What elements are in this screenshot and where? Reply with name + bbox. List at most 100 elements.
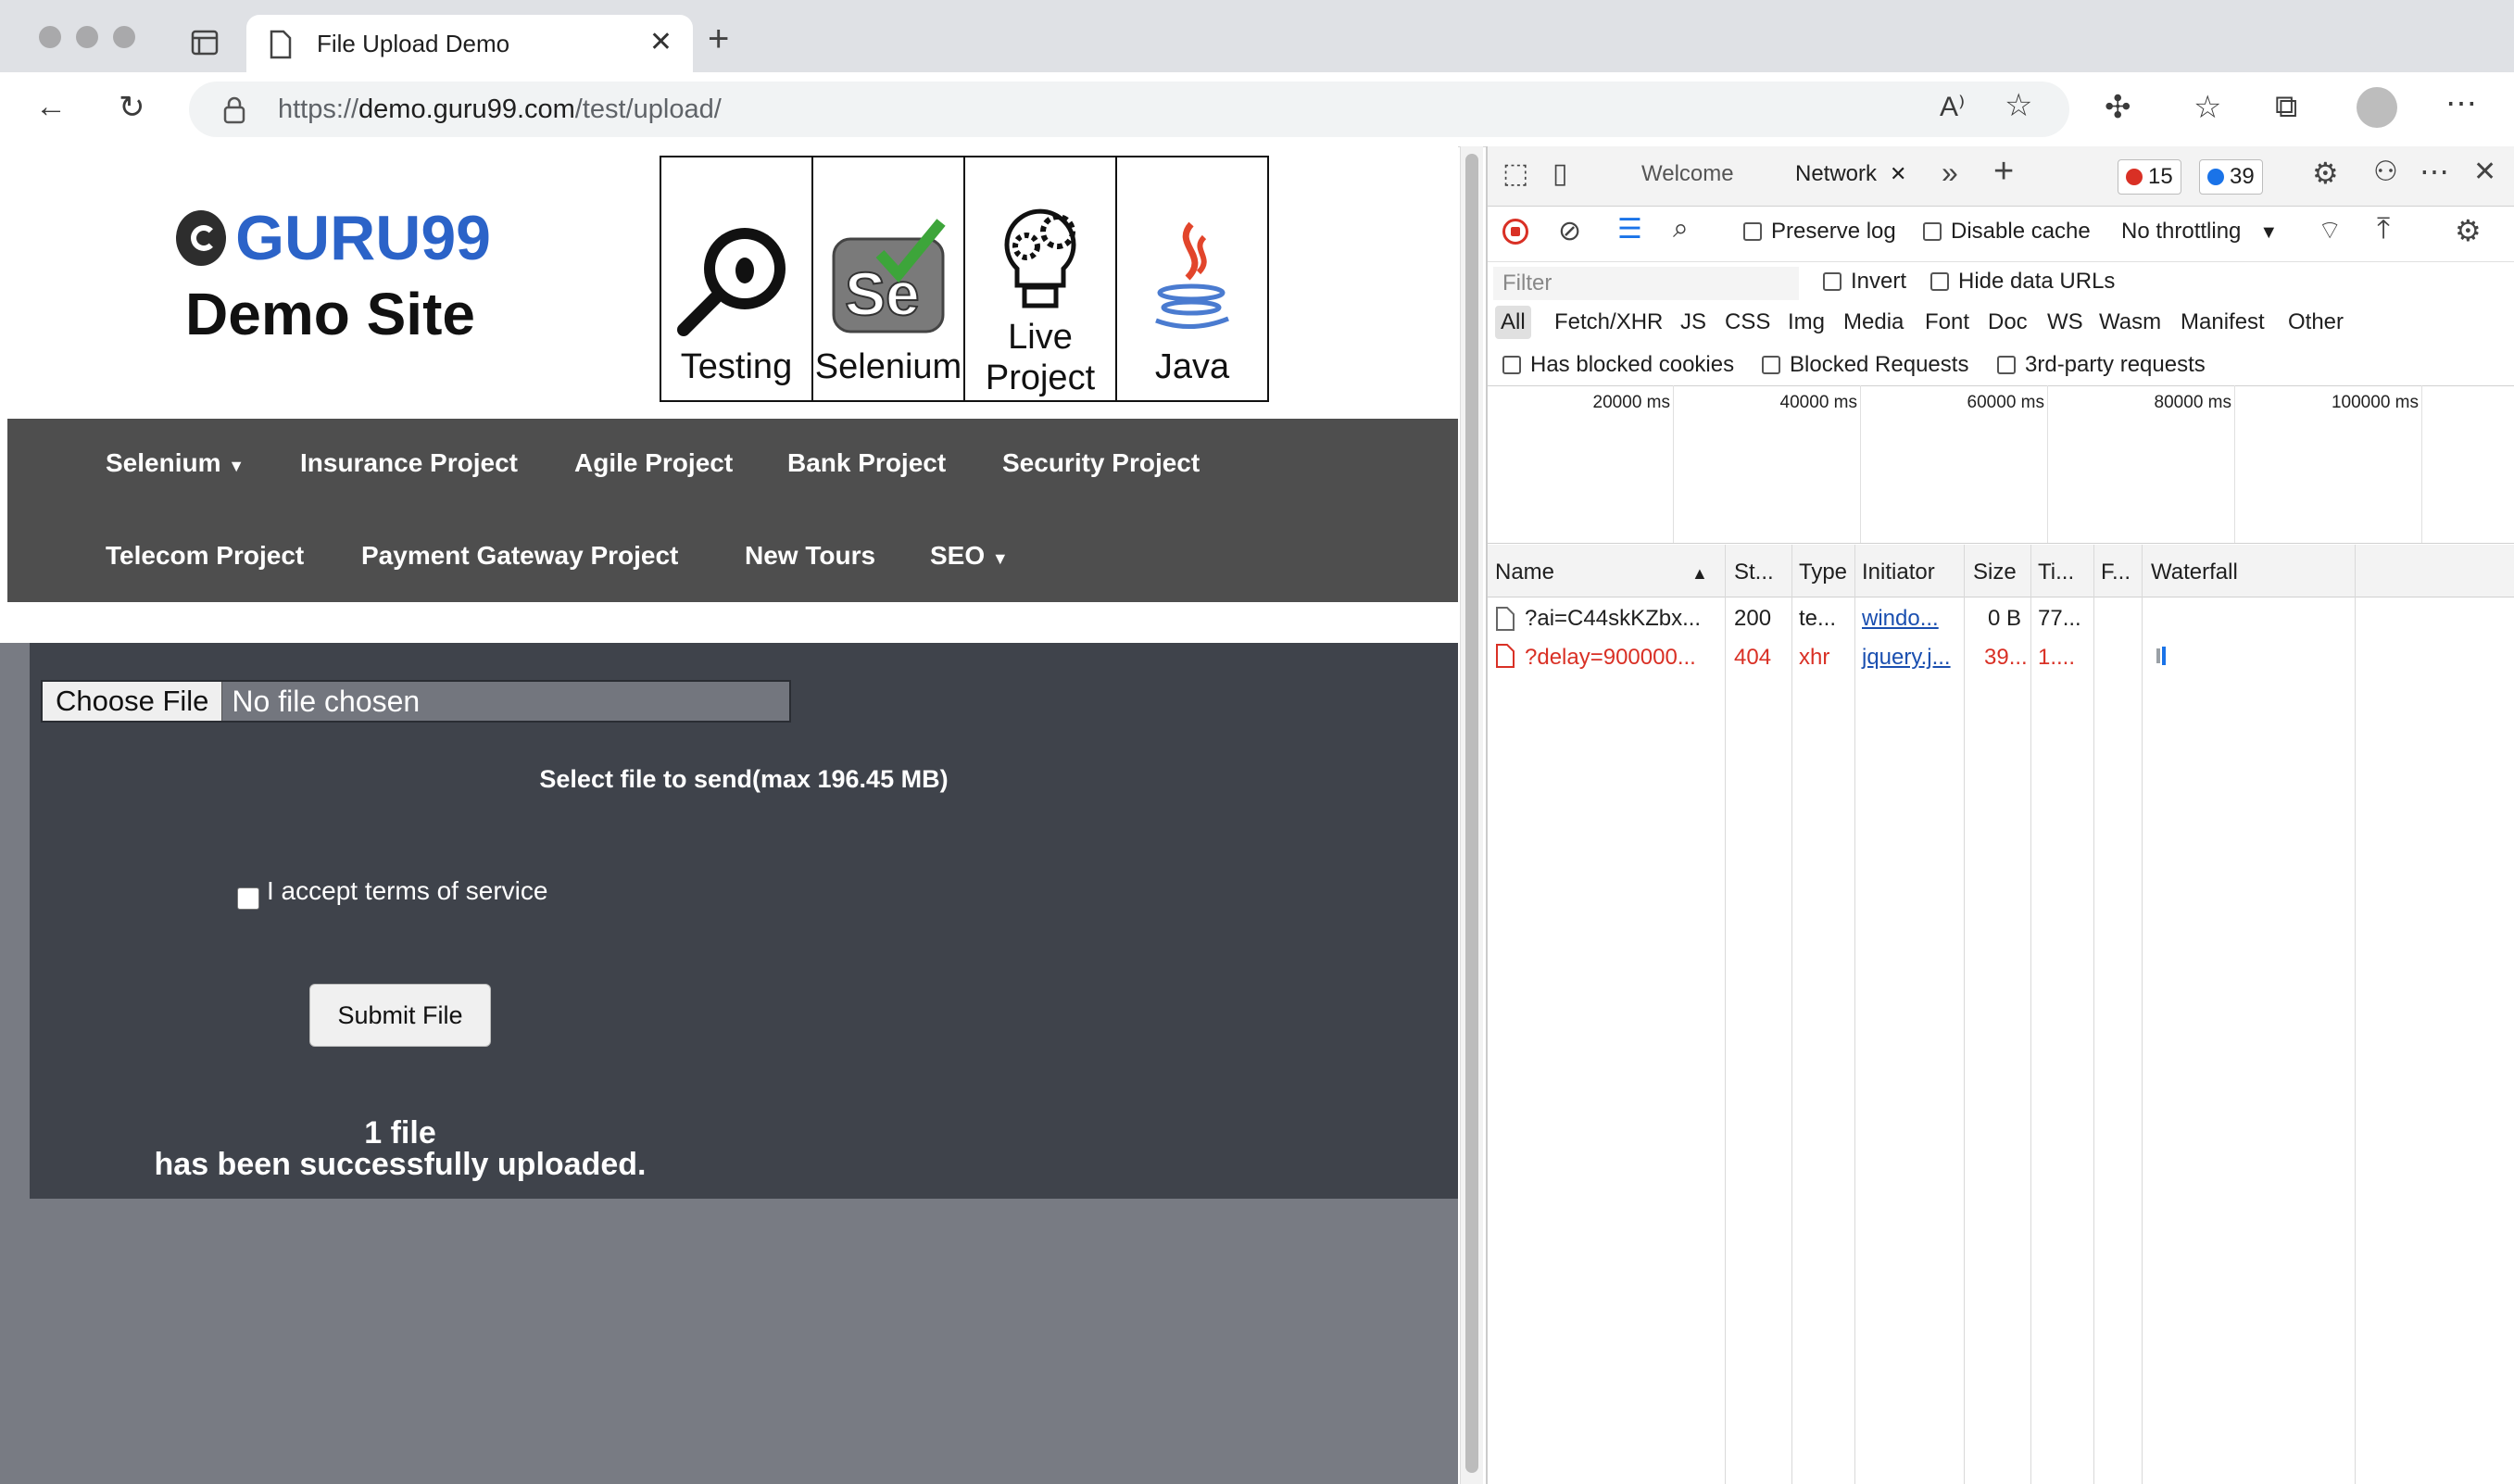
column-header-name[interactable]: Name ▲ (1495, 560, 1708, 585)
close-tab-icon[interactable]: ✕ (1890, 162, 1906, 185)
inspect-element-icon[interactable]: ⬚ (1502, 157, 1528, 190)
customize-icon[interactable]: ⚇ (2373, 156, 2398, 188)
filter-type-img[interactable]: Img (1788, 309, 1825, 335)
extensions-icon[interactable]: ✣ (2105, 89, 2131, 126)
filter-icon[interactable]: ☰ (1617, 213, 1642, 245)
blocked-requests-checkbox[interactable]: Blocked Requests (1762, 352, 1968, 378)
filter-type-fetch-xhr[interactable]: Fetch/XHR (1554, 309, 1663, 335)
filter-type-other[interactable]: Other (2288, 309, 2344, 335)
import-har-icon[interactable]: ⤒ (2377, 211, 2390, 246)
filter-input[interactable]: Filter (1493, 267, 1799, 300)
network-settings-icon[interactable]: ⚙ (2455, 213, 2482, 248)
search-icon[interactable]: ⌕ (1673, 213, 1689, 245)
banner-selenium[interactable]: Se Selenium (813, 157, 965, 400)
nav-new-tours[interactable]: New Tours (745, 541, 875, 571)
disable-cache-checkbox[interactable]: Disable cache (1923, 219, 2091, 245)
nav-selenium[interactable]: Selenium ▼ (106, 448, 245, 478)
nav-seo[interactable]: SEO ▼ (930, 541, 1009, 571)
filter-type-wasm[interactable]: Wasm (2099, 309, 2161, 335)
url-scheme: https:// (278, 94, 359, 124)
filter-type-doc[interactable]: Doc (1988, 309, 2028, 335)
lock-icon[interactable] (222, 96, 246, 124)
banner-java[interactable]: Java (1117, 157, 1267, 400)
request-row-error[interactable]: ?delay=900000... 404 xhr jquery.j... 39.… (1488, 639, 2514, 678)
column-header-status[interactable]: St... (1734, 560, 1774, 585)
site-logo[interactable]: GURU99 Demo Site (176, 202, 491, 348)
checkbox-box (1923, 222, 1942, 241)
terms-label[interactable]: I accept terms of service (267, 876, 547, 906)
terms-checkbox[interactable] (237, 887, 259, 910)
more-tabs-icon[interactable]: » (1942, 156, 1958, 190)
banner-live-project[interactable]: Live Project (965, 157, 1117, 400)
hide-data-urls-checkbox[interactable]: Hide data URLs (1930, 269, 2115, 295)
upload-result-count: 1 file (364, 1115, 436, 1151)
url-path: /test/upload/ (574, 94, 722, 124)
nav-security-project[interactable]: Security Project (1002, 448, 1200, 478)
request-initiator-link[interactable]: jquery.j... (1862, 645, 1951, 671)
new-tab-icon[interactable]: + (708, 19, 729, 60)
course-banner[interactable]: Testing Se Selenium Live Project Java (660, 156, 1269, 402)
message-count-badge[interactable]: 39 (2199, 159, 2263, 195)
throttling-select[interactable]: No throttling ▼ (2121, 219, 2278, 245)
network-overview-timeline[interactable]: 20000 ms 40000 ms 60000 ms 80000 ms 1000… (1488, 385, 2514, 544)
third-party-checkbox[interactable]: 3rd-party requests (1997, 352, 2206, 378)
close-devtools-icon[interactable]: ✕ (2473, 156, 2496, 188)
column-header-waterfall[interactable]: Waterfall (2151, 560, 2238, 585)
close-tab-icon[interactable]: ✕ (649, 26, 672, 58)
nav-agile-project[interactable]: Agile Project (574, 448, 733, 478)
banner-testing[interactable]: Testing (661, 157, 813, 400)
filter-type-all[interactable]: All (1495, 306, 1531, 339)
more-options-icon[interactable]: ⋯ (2445, 85, 2477, 122)
submit-file-button[interactable]: Submit File (309, 984, 491, 1047)
request-initiator-link[interactable]: windo... (1862, 606, 1939, 632)
address-bar[interactable]: https://demo.guru99.com/test/upload/ A⁾ … (189, 82, 2069, 137)
filter-type-manifest[interactable]: Manifest (2181, 309, 2265, 335)
add-favorite-icon[interactable]: ☆ (2005, 87, 2032, 124)
back-icon[interactable]: ← (35, 89, 67, 125)
device-emulation-icon[interactable]: ▯ (1552, 157, 1568, 190)
collections-icon[interactable]: ⧉ (2275, 89, 2297, 125)
request-row[interactable]: ?ai=C44skKZbx... 200 te... windo... 0 B … (1488, 600, 2514, 639)
choose-file-button[interactable]: Choose File (43, 682, 223, 721)
timeline-gridline: 80000 ms (2155, 385, 2235, 543)
column-header-time[interactable]: Ti... (2038, 560, 2074, 585)
blocked-cookies-checkbox[interactable]: Has blocked cookies (1502, 352, 1734, 378)
nav-telecom-project[interactable]: Telecom Project (106, 541, 304, 571)
record-stop-icon[interactable] (1502, 219, 1528, 245)
close-window-button[interactable] (39, 26, 61, 48)
maximize-window-button[interactable] (113, 26, 135, 48)
filter-type-css[interactable]: CSS (1725, 309, 1770, 335)
browser-tab[interactable]: File Upload Demo ✕ (246, 15, 693, 74)
more-options-icon[interactable]: ⋯ (2420, 154, 2449, 189)
column-header-fulfilled[interactable]: F... (2101, 560, 2131, 585)
filter-type-ws[interactable]: WS (2047, 309, 2083, 335)
tab-welcome[interactable]: Welcome (1641, 161, 1734, 187)
filter-type-js[interactable]: JS (1680, 309, 1706, 335)
invert-checkbox[interactable]: Invert (1823, 269, 1906, 295)
reload-icon[interactable]: ↻ (119, 89, 145, 126)
preserve-log-checkbox[interactable]: Preserve log (1743, 219, 1896, 245)
magnifier-bug-icon (677, 228, 786, 336)
filter-type-media[interactable]: Media (1843, 309, 1904, 335)
nav-insurance-project[interactable]: Insurance Project (300, 448, 518, 478)
column-header-size[interactable]: Size (1973, 560, 2017, 585)
nav-bank-project[interactable]: Bank Project (787, 448, 946, 478)
clear-icon[interactable]: ⊘ (1558, 215, 1581, 247)
profile-avatar[interactable] (2357, 87, 2397, 128)
request-time: 77... (2038, 606, 2081, 631)
file-input[interactable]: Choose File No file chosen (41, 680, 791, 723)
settings-gear-icon[interactable]: ⚙ (2312, 156, 2339, 191)
column-header-initiator[interactable]: Initiator (1862, 560, 1935, 585)
column-header-type[interactable]: Type (1799, 560, 1847, 585)
tab-network[interactable]: Network ✕ (1795, 161, 1906, 187)
page-scroll-thumb[interactable] (1465, 154, 1478, 1473)
favorites-icon[interactable]: ☆ (2193, 89, 2221, 126)
filter-type-font[interactable]: Font (1925, 309, 1969, 335)
read-aloud-icon[interactable]: A⁾ (1940, 91, 1965, 123)
nav-payment-gateway-project[interactable]: Payment Gateway Project (361, 541, 678, 571)
add-tab-icon[interactable]: + (1993, 152, 2014, 192)
minimize-window-button[interactable] (76, 26, 98, 48)
error-count-badge[interactable]: 15 (2118, 159, 2181, 195)
tab-actions-icon[interactable] (191, 30, 219, 56)
network-conditions-icon[interactable]: ⌔ (2318, 215, 2342, 247)
